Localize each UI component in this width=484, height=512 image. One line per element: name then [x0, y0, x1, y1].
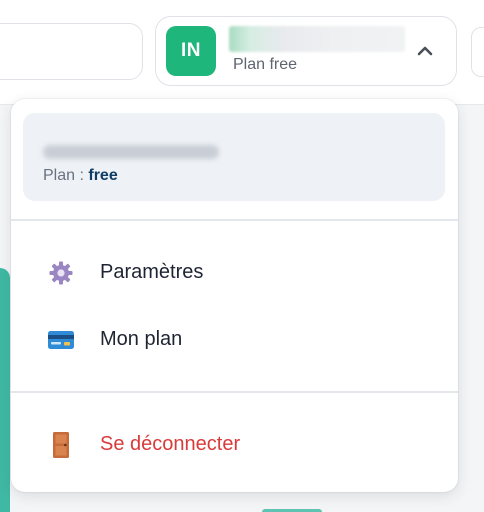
menu-item-label: Paramètres — [100, 261, 204, 283]
divider — [11, 219, 458, 221]
plan-info: Plan : free — [43, 167, 118, 185]
menu-item-label: Mon plan — [100, 328, 183, 350]
door-icon — [47, 431, 75, 459]
account-name-redacted — [229, 26, 405, 52]
account-info-card: Plan : free — [23, 113, 445, 201]
account-dropdown: Plan : free Paramètres Mon plan Se décon… — [11, 99, 458, 492]
gear-icon — [47, 259, 75, 287]
account-menu-button[interactable]: IN Plan free — [155, 16, 457, 86]
plan-prefix: Plan : — [43, 167, 89, 184]
top-bar: IN Plan free — [0, 0, 484, 105]
account-plan-label: Plan free — [233, 56, 298, 73]
avatar: IN — [166, 26, 216, 76]
divider — [11, 391, 458, 393]
sidebar-accent — [0, 268, 10, 512]
credit-card-icon — [47, 326, 75, 354]
plan-value: free — [88, 167, 118, 184]
app-page: IN Plan free Plan : free Paramètres Mon … — [0, 0, 484, 512]
header-button-partial[interactable] — [471, 27, 484, 77]
chevron-up-icon — [417, 46, 433, 56]
menu-item-settings[interactable]: Paramètres — [11, 245, 458, 301]
account-email-redacted — [43, 145, 219, 159]
search-input[interactable] — [0, 23, 143, 80]
menu-item-my-plan[interactable]: Mon plan — [11, 312, 458, 368]
menu-item-label: Se déconnecter — [100, 433, 241, 455]
menu-item-logout[interactable]: Se déconnecter — [11, 417, 458, 473]
